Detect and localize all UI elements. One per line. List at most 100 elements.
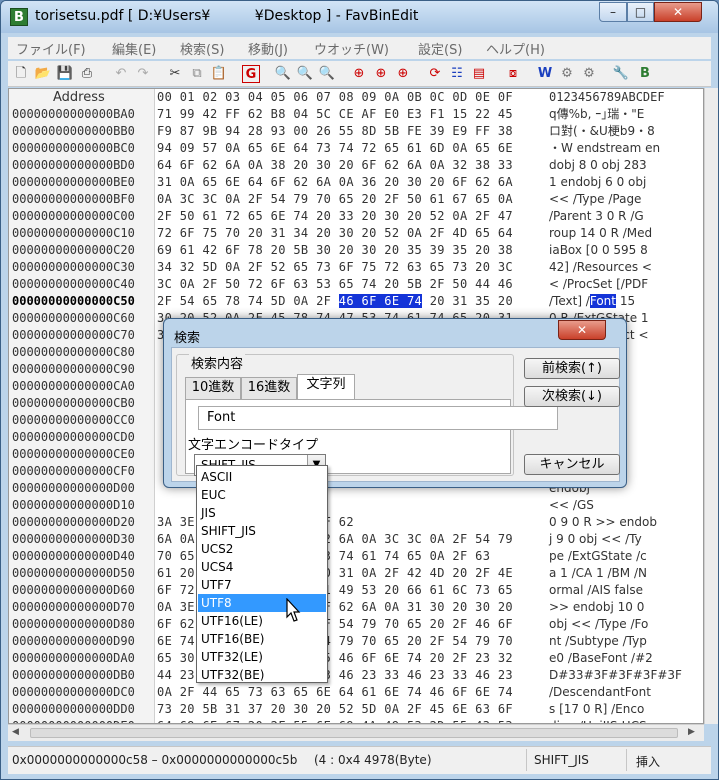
selected-bytes[interactable]: 46 6F 6E 74 — [338, 294, 423, 308]
row-text[interactable]: dobj 8 0 obj 283 — [549, 157, 647, 174]
row-text[interactable]: ormal /AIS false — [549, 582, 643, 599]
find-next-button[interactable]: 次検索(↓) — [524, 386, 620, 407]
scroll-left-icon[interactable]: ◀ — [12, 727, 19, 737]
row-text[interactable]: roup 14 0 R /Med — [549, 225, 652, 242]
encoding-option[interactable]: UTF16(BE) — [198, 630, 326, 648]
hex-row[interactable]: 00000000000000D70 0A 3E 3E 0A 65 6E 64 6F… — [9, 599, 703, 616]
row-text[interactable]: pe /ExtGState /c — [549, 548, 647, 565]
row-text[interactable]: /Parent 3 0 R /G — [549, 208, 644, 225]
row-hex-bytes[interactable]: 2F 54 65 78 74 5D 0A 2F 46 6F 6E 74 20 3… — [157, 293, 513, 310]
menu-edit[interactable]: 編集(E) — [112, 39, 156, 58]
row-text[interactable]: iaBox [0 0 595 8 — [549, 242, 648, 259]
maximize-button[interactable]: □ — [627, 2, 654, 22]
find-icon[interactable]: 🔍 — [274, 65, 292, 83]
row-hex-bytes[interactable]: 94 09 57 0A 65 6E 64 73 74 72 65 61 6D 0… — [157, 140, 513, 157]
encoding-option[interactable]: UCS4 — [198, 558, 326, 576]
split-icon[interactable]: ⧇ — [504, 65, 522, 83]
encoding-option[interactable]: JIS — [198, 504, 326, 522]
dialog-close-button[interactable]: ✕ — [558, 320, 606, 340]
row-text[interactable]: s [17 0 R] /Enco — [549, 701, 644, 718]
menu-settings[interactable]: 設定(S) — [418, 39, 462, 58]
copy-icon[interactable]: ⧉ — [188, 65, 206, 83]
row-text[interactable]: D#33#3F#3F#3F#3F — [549, 667, 682, 684]
hex-row[interactable]: 00000000000000D10 << /GS — [9, 497, 703, 514]
row-hex-bytes[interactable]: 64 6F 62 6A 0A 38 20 30 20 6F 62 6A 0A 3… — [157, 157, 513, 174]
find-prev-button[interactable]: 前検索(↑) — [524, 358, 620, 379]
search-input[interactable]: Font — [198, 406, 558, 430]
zoom-icon[interactable]: ⊕ — [350, 65, 368, 83]
hex-row[interactable]: 00000000000000D50 61 20 31 0A 2F 43 41 20… — [9, 565, 703, 582]
hex-row[interactable]: 00000000000000D60 6F 72 6D 61 6C 20 2F 41… — [9, 582, 703, 599]
hex-row[interactable]: 00000000000000DD0 73 20 5B 31 37 20 30 20… — [9, 701, 703, 718]
print-icon[interactable]: ⎙ — [78, 65, 96, 83]
tools-icon[interactable]: ⚙ — [558, 65, 576, 83]
row-hex-bytes[interactable]: 71 99 42 FF 62 B8 04 5C CE AF E0 E3 F1 1… — [157, 106, 513, 123]
hex-row[interactable]: 00000000000000D20 3A 3E 3E 0A 65 6E 64 6… — [9, 514, 703, 531]
zoom-next-icon[interactable]: ⊕ — [372, 65, 390, 83]
row-text[interactable]: obj << /Type /Fo — [549, 616, 648, 633]
row-hex-bytes[interactable]: F9 87 9B 94 28 93 00 26 55 8D 5B FE 39 E… — [157, 123, 513, 140]
find-prev-icon[interactable]: 🔍 — [318, 65, 336, 83]
list-icon[interactable]: ☷ — [448, 65, 466, 83]
paste-icon[interactable]: 📋 — [210, 65, 228, 83]
hex-row[interactable]: 00000000000000BA0 71 99 42 FF 62 B8 04 5C… — [9, 106, 703, 123]
hex-row[interactable]: 00000000000000BE0 31 0A 65 6E 64 6F 62 6A… — [9, 174, 703, 191]
row-hex-bytes[interactable]: 34 32 5D 0A 2F 52 65 73 6F 75 72 63 65 7… — [157, 259, 513, 276]
row-text[interactable]: 42] /Resources < — [549, 259, 652, 276]
encoding-option[interactable]: UTF8 — [198, 594, 326, 612]
hex-row[interactable]: 00000000000000DC0 0A 2F 44 65 73 63 65 6E… — [9, 684, 703, 701]
row-text[interactable]: < /ProcSet [/PDF — [549, 276, 648, 293]
row-hex-bytes[interactable]: 0A 3C 3C 0A 2F 54 79 70 65 20 2F 50 61 6… — [157, 191, 513, 208]
horizontal-scrollbar[interactable]: ◀ ▶ — [8, 724, 704, 741]
row-text[interactable]: a 1 /CA 1 /BM /N — [549, 565, 647, 582]
selected-text[interactable]: Font — [589, 294, 616, 308]
compare-icon[interactable]: ▤ — [470, 65, 488, 83]
row-text[interactable]: /DescendantFont — [549, 684, 651, 701]
encoding-option[interactable]: UTF7 — [198, 576, 326, 594]
help-icon[interactable]: B — [636, 65, 654, 83]
open-icon[interactable]: 📂 — [34, 65, 52, 83]
options-icon[interactable]: ⚙ — [580, 65, 598, 83]
row-hex-bytes[interactable]: 2F 50 61 72 65 6E 74 20 33 20 30 20 52 0… — [157, 208, 513, 225]
web-icon[interactable]: W — [536, 65, 554, 83]
tab-decimal[interactable]: 10進数 — [185, 377, 241, 399]
cancel-button[interactable]: キャンセル — [524, 454, 620, 475]
row-text[interactable]: /Text] /Font 15 — [549, 293, 635, 310]
minimize-button[interactable]: – — [599, 2, 627, 22]
row-hex-bytes[interactable]: 73 20 5B 31 37 20 30 20 52 5D 0A 2F 45 6… — [157, 701, 513, 718]
encoding-option[interactable]: UTF16(LE) — [198, 612, 326, 630]
tab-hex[interactable]: 16進数 — [241, 377, 297, 399]
encoding-option[interactable]: EUC — [198, 486, 326, 504]
watch-icon[interactable]: ⟳ — [426, 65, 444, 83]
hex-row[interactable]: 00000000000000BD0 64 6F 62 6A 0A 38 20 30… — [9, 157, 703, 174]
hex-row[interactable]: 00000000000000DA0 65 30 20 2F 42 61 73 65… — [9, 650, 703, 667]
vertical-scrollbar[interactable] — [704, 88, 718, 724]
row-hex-bytes[interactable]: 31 0A 65 6E 64 6F 62 6A 0A 36 20 30 20 6… — [157, 174, 513, 191]
row-text[interactable]: >> endobj 10 0 — [549, 599, 644, 616]
encoding-option[interactable]: UTF32(BE) — [198, 666, 326, 684]
row-text[interactable]: nt /Subtype /Typ — [549, 633, 647, 650]
encoding-dropdown[interactable]: ASCII EUC JIS SHIFT_JIS UCS2 UCS4 UTF7 UTF8 UTF1… — [196, 465, 328, 683]
menu-search[interactable]: 検索(S) — [180, 39, 224, 58]
hex-row[interactable]: 00000000000000D4070 65 2F 45 78 74 47 53… — [9, 548, 703, 565]
find-next-icon[interactable]: 🔍 — [296, 65, 314, 83]
encoding-option[interactable]: ASCII — [198, 468, 326, 486]
hex-row[interactable]: 00000000000000BC0 94 09 57 0A 65 6E 64 73… — [9, 140, 703, 157]
menu-file[interactable]: ファイル(F) — [16, 39, 86, 58]
row-hex-bytes[interactable]: 69 61 42 6F 78 20 5B 30 20 30 20 35 39 3… — [157, 242, 513, 259]
hex-row[interactable]: 00000000000000C20 69 61 42 6F 78 20 5B 30… — [9, 242, 703, 259]
goto-icon[interactable]: G — [242, 65, 260, 83]
hex-row[interactable]: 00000000000000C10 72 6F 75 70 20 31 34 20… — [9, 225, 703, 242]
settings-icon[interactable]: 🔧 — [612, 65, 630, 83]
zoom-prev-icon[interactable]: ⊕ — [394, 65, 412, 83]
hex-row[interactable]: 00000000000000BF0 0A 3C 3C 0A 2F 54 79 70… — [9, 191, 703, 208]
hex-row[interactable]: 00000000000000DB0 44 23 33 23 33 46 23 33… — [9, 667, 703, 684]
row-text[interactable]: q傳%b, ｰ｣瑞・"E — [549, 106, 644, 123]
hex-row[interactable]: 00000000000000C30 34 32 5D 0A 2F 52 65 73… — [9, 259, 703, 276]
hex-row[interactable]: 00000000000000D90 6E 74 20 2F 53 75 62 74… — [9, 633, 703, 650]
new-icon[interactable]: 🗋 — [12, 65, 30, 83]
hex-row[interactable]: 00000000000000C00 2F 50 61 72 65 6E 74 20… — [9, 208, 703, 225]
menu-goto[interactable]: 移動(J) — [248, 39, 288, 58]
cut-icon[interactable]: ✂ — [166, 65, 184, 83]
row-text[interactable]: j 9 0 obj << /Ty — [549, 531, 642, 548]
